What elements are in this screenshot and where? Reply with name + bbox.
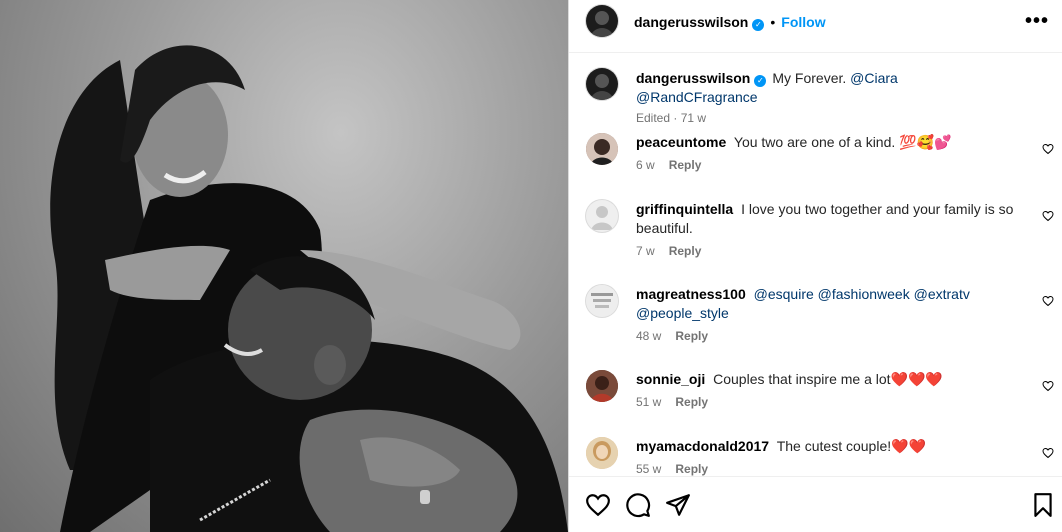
post-details-panel: dangerusswilson ✓ • Follow ••• dangerusswil… — [568, 0, 1062, 532]
mention-link[interactable]: @fashionweek — [818, 286, 910, 302]
comment-text: Couples that inspire me a lot❤️❤️❤️ — [713, 371, 943, 387]
comments-list[interactable]: dangerusswilson ✓ My Forever. @Ciara @Rand… — [569, 54, 1062, 476]
caption-username[interactable]: dangerusswilson — [636, 70, 750, 86]
mention-link[interactable]: @esquire — [754, 286, 814, 302]
comment-text: You two are one of a kind. 💯🥰💕 — [733, 134, 952, 150]
comment-username[interactable]: magreatness100 — [636, 286, 746, 302]
caption-avatar[interactable] — [586, 68, 618, 100]
like-comment-heart-icon[interactable] — [1042, 210, 1054, 222]
commenter-avatar[interactable] — [586, 200, 618, 232]
comment-time[interactable]: 48 w — [636, 329, 661, 343]
couple-photo — [50, 45, 568, 532]
commenter-avatar[interactable] — [586, 285, 618, 317]
reply-button[interactable]: Reply — [669, 244, 702, 258]
commenter-avatar[interactable] — [586, 437, 618, 469]
reply-button[interactable]: Reply — [675, 395, 708, 409]
post-actions-bar — [569, 476, 1062, 532]
comment-time[interactable]: 6 w — [636, 158, 655, 172]
commenter-avatar-image — [586, 370, 618, 402]
follow-button[interactable]: Follow — [781, 14, 825, 30]
comment-text: The cutest couple!❤️❤️ — [776, 438, 926, 454]
commenter-avatar-image — [586, 437, 618, 469]
mention-link[interactable]: @extratv — [914, 286, 970, 302]
post-header: dangerusswilson ✓ • Follow ••• — [569, 0, 1062, 53]
like-comment-heart-icon[interactable] — [1042, 295, 1054, 307]
reply-button[interactable]: Reply — [675, 329, 708, 343]
comment-time[interactable]: 51 w — [636, 395, 661, 409]
comment-username[interactable]: peaceuntome — [636, 134, 726, 150]
comment-username[interactable]: myamacdonald2017 — [636, 438, 769, 454]
verified-badge-icon: ✓ — [754, 75, 767, 87]
commenter-avatar[interactable] — [586, 133, 618, 165]
commenter-avatar-image — [586, 285, 618, 317]
caption-avatar-image — [590, 74, 614, 100]
default-avatar-icon — [591, 206, 613, 230]
comment-bubble-icon[interactable] — [625, 492, 651, 518]
like-comment-heart-icon[interactable] — [1042, 380, 1054, 392]
separator-dot: • — [770, 14, 776, 30]
mention-link[interactable]: @people_style — [636, 305, 729, 321]
paper-plane-icon[interactable] — [665, 492, 691, 518]
caption-time[interactable]: 71 w — [681, 111, 706, 125]
comment-time[interactable]: 7 w — [636, 244, 655, 258]
bookmark-icon[interactable] — [1030, 492, 1056, 518]
verified-badge-icon: ✓ — [752, 19, 765, 31]
mention-link[interactable]: @RandCFragrance — [636, 89, 758, 105]
more-options-icon[interactable]: ••• — [1025, 10, 1049, 33]
reply-button[interactable]: Reply — [669, 158, 702, 172]
commenter-avatar[interactable] — [586, 370, 618, 402]
heart-outline-icon[interactable] — [585, 492, 611, 518]
edited-label: Edited — [636, 111, 671, 125]
author-avatar-image — [590, 11, 614, 37]
reply-button[interactable]: Reply — [675, 462, 708, 476]
comment-username[interactable]: griffinquintella — [636, 201, 733, 217]
author-avatar[interactable] — [586, 5, 618, 37]
commenter-avatar-image — [586, 133, 618, 165]
author-username[interactable]: dangerusswilson — [634, 14, 748, 30]
comment-time[interactable]: 55 w — [636, 462, 661, 476]
like-comment-heart-icon[interactable] — [1042, 143, 1054, 155]
like-comment-heart-icon[interactable] — [1042, 447, 1054, 459]
mention-link[interactable]: @Ciara — [850, 70, 898, 86]
comment-username[interactable]: sonnie_oji — [636, 371, 705, 387]
caption-text: My Forever. — [772, 70, 847, 86]
post-image[interactable] — [0, 0, 568, 532]
